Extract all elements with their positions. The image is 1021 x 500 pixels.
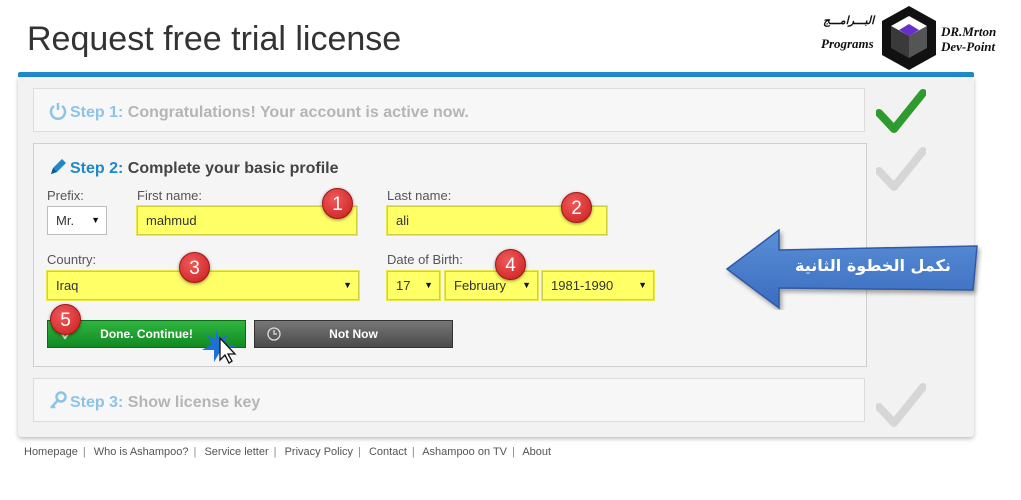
prefix-label: Prefix: <box>47 188 84 203</box>
mouse-cursor-icon <box>202 330 237 364</box>
logo-author-text: DR.Mrton <box>941 24 997 39</box>
footer-link-homepage[interactable]: Homepage <box>24 446 78 458</box>
step-badge-5: 5 <box>50 304 81 335</box>
logo-site-text: Dev-Point <box>941 39 996 54</box>
step-badge-3: 3 <box>179 252 210 283</box>
key-icon <box>50 391 67 409</box>
dob-label: Date of Birth: <box>387 252 463 267</box>
step-badge-1: 1 <box>322 188 353 219</box>
footer-link-service-letter[interactable]: Service letter <box>204 446 268 458</box>
prefix-select[interactable]: Mr. <box>47 206 107 235</box>
footer-link-ashampoo-tv[interactable]: Ashampoo on TV <box>422 446 507 458</box>
footer-link-privacy-policy[interactable]: Privacy Policy <box>285 446 353 458</box>
page-title: Request free trial license <box>27 20 402 58</box>
not-now-button[interactable]: Not Now <box>254 320 453 348</box>
callout-arrow: نكمل الخطوة الثانية <box>725 228 983 310</box>
step-3-text: Show license key <box>123 394 261 411</box>
step-1-number: Step 1: <box>70 104 124 121</box>
footer-link-about[interactable]: About <box>522 446 551 458</box>
dob-month-select[interactable]: February <box>445 271 538 300</box>
last-name-label: Last name: <box>387 188 452 203</box>
step-1-text: Congratulations! Your account is active … <box>123 104 469 121</box>
step-badge-4: 4 <box>495 249 526 280</box>
footer-links: Homepage | Who is Ashampoo? | Service lett… <box>24 446 552 458</box>
check-icon-inactive <box>876 383 926 427</box>
step-1-heading: Step 1: Congratulations! Your account is… <box>48 101 469 122</box>
not-now-label: Not Now <box>329 327 378 341</box>
cube-icon <box>882 6 936 70</box>
footer-link-contact[interactable]: Contact <box>369 446 407 458</box>
step-3-number: Step 3: <box>70 394 124 411</box>
step-1-box: Step 1: Congratulations! Your account is… <box>33 88 865 132</box>
check-icon-active <box>876 89 926 133</box>
logo-arabic-text: البـــرامـــج <box>823 14 875 27</box>
step-2-number: Step 2: <box>70 160 124 177</box>
step-3-heading: Step 3: Show license key <box>48 391 260 412</box>
check-icon-inactive <box>876 147 926 191</box>
step-3-box: Step 3: Show license key <box>33 378 865 422</box>
country-label: Country: <box>47 252 97 267</box>
brand-logo: البـــرامـــج Programs DR.Mrton Dev-Poin… <box>817 2 1007 74</box>
clock-icon <box>267 327 281 341</box>
dob-year-select[interactable]: 1981-1990 <box>542 271 654 300</box>
step-badge-2: 2 <box>561 192 592 223</box>
power-icon <box>49 103 67 120</box>
first-name-label: First name: <box>137 188 203 203</box>
step-2-text: Complete your basic profile <box>123 160 339 177</box>
callout-text: نكمل الخطوة الثانية <box>795 256 951 275</box>
step-2-heading: Step 2: Complete your basic profile <box>48 157 339 178</box>
footer-link-who-is-ashampoo[interactable]: Who is Ashampoo? <box>94 446 189 458</box>
pencil-icon <box>51 159 66 174</box>
dob-day-select[interactable]: 17 <box>387 271 440 300</box>
logo-programs-text: Programs <box>821 36 874 51</box>
done-continue-label: Done. Continue! <box>100 327 193 341</box>
